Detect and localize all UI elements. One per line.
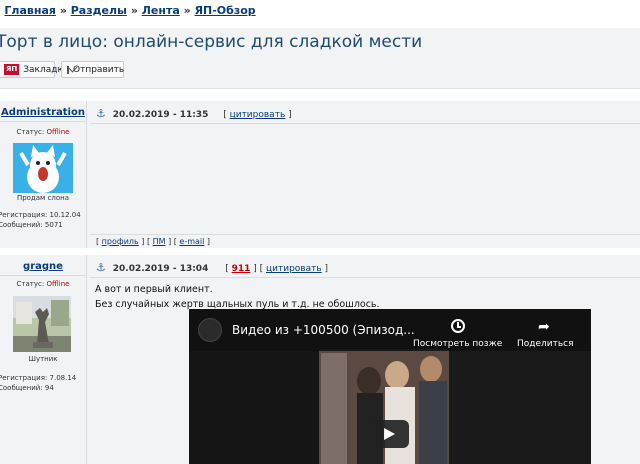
avatar xyxy=(13,296,71,352)
author-status: Статус: Offline xyxy=(16,280,70,288)
share-icon[interactable]: ➦ xyxy=(538,319,550,335)
author-name[interactable]: gragne xyxy=(0,261,86,272)
watch-later-label[interactable]: Посмотреть позже xyxy=(413,339,502,349)
post-header: ⚓ 20.02.2019 - 13:04 [ 911 ] [ цитироват… xyxy=(90,255,640,278)
author-name[interactable]: Administration xyxy=(0,107,86,118)
breadcrumb-sep: » xyxy=(59,4,67,17)
breadcrumb-sections[interactable]: Разделы xyxy=(71,4,127,17)
channel-avatar[interactable] xyxy=(198,318,222,342)
bookmarks-button[interactable]: ЯП Закладки xyxy=(0,61,69,78)
anchor-icon[interactable]: ⚓ xyxy=(96,261,106,274)
post-1: Administration ⚓ 20.02.2019 - 11:35 [ ци… xyxy=(0,101,640,248)
play-icon xyxy=(384,428,395,440)
avatar-caption: Продам слона xyxy=(16,194,70,202)
breadcrumb-sep: » xyxy=(183,4,191,17)
share-label[interactable]: Поделиться xyxy=(517,339,574,349)
video-embed[interactable]: Видео из +100500 (Эпизод... Посмотреть п… xyxy=(189,309,591,464)
post-datetime: 20.02.2019 - 13:04 xyxy=(112,264,209,274)
post-number-link[interactable]: 911 xyxy=(232,264,251,274)
profile-link[interactable]: профиль xyxy=(102,237,139,246)
send-button[interactable]: Отправить xyxy=(61,61,124,78)
breadcrumb-home[interactable]: Главная xyxy=(4,4,56,17)
post-text-line: А вот и первый клиент. xyxy=(95,284,213,295)
post-header: ⚓ 20.02.2019 - 11:35 [ цитировать ] xyxy=(90,101,640,124)
play-button[interactable] xyxy=(369,420,409,448)
email-link[interactable]: e-mail xyxy=(179,237,204,246)
page-title: Торт в лицо: онлайн-сервис для сладкой м… xyxy=(0,32,423,52)
breadcrumb-arrow-icon: › xyxy=(0,4,1,17)
yp-logo: ЯП xyxy=(4,64,20,75)
breadcrumb-yp-review[interactable]: ЯП-Обзор xyxy=(195,4,256,17)
breadcrumb: › Главная » Разделы » Лента » ЯП-Обзор xyxy=(0,4,640,26)
avatar xyxy=(13,143,73,193)
clock-icon[interactable] xyxy=(451,319,465,333)
post-body: А вот и первый клиент. Без случайных жер… xyxy=(95,282,380,312)
anchor-icon[interactable]: ⚓ xyxy=(96,107,106,120)
avatar-caption: Шутник xyxy=(28,355,58,363)
quote-link[interactable]: цитировать xyxy=(266,264,322,274)
cat-avatar-icon xyxy=(13,143,73,193)
post-footer: [ профиль ] [ ПМ ] [ e-mail ] xyxy=(90,234,640,249)
quote-link[interactable]: цитировать xyxy=(230,110,286,120)
statue-avatar-icon xyxy=(13,296,71,352)
pm-link[interactable]: ПМ xyxy=(153,237,166,246)
send-label: Отправить xyxy=(73,64,125,75)
post-datetime: 20.02.2019 - 11:35 xyxy=(112,110,209,120)
author-meta: Регистрация: 10.12.04 Сообщений: 5071 xyxy=(0,211,81,229)
author-status: Статус: Offline xyxy=(16,128,70,136)
author-meta: Регистрация: 7.08.14 Сообщений: 94 xyxy=(0,374,77,392)
breadcrumb-sep: » xyxy=(130,4,138,17)
video-title[interactable]: Видео из +100500 (Эпизод... xyxy=(232,323,415,337)
mail-icon xyxy=(67,65,69,74)
breadcrumb-feed[interactable]: Лента xyxy=(142,4,180,17)
